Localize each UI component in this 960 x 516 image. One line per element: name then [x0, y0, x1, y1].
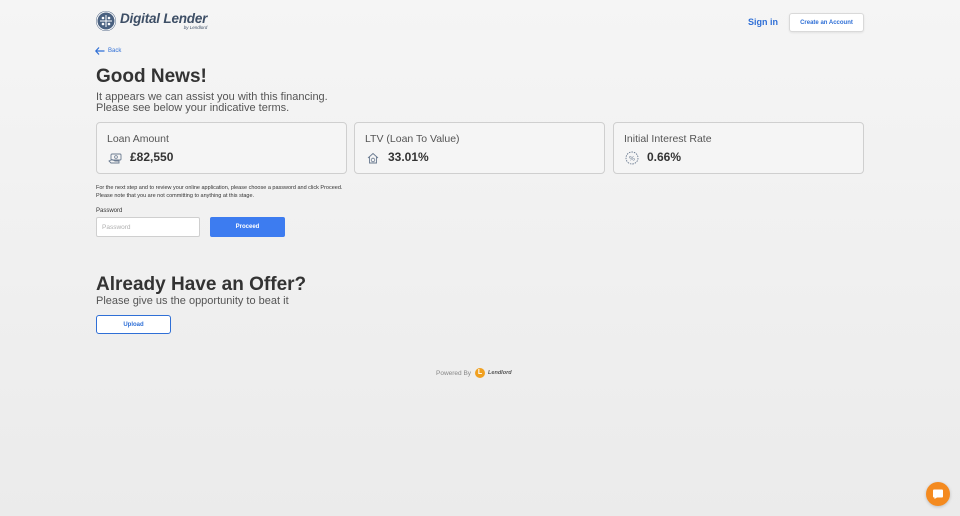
- lendlord-logo-icon: L: [475, 368, 486, 378]
- upload-button[interactable]: Upload: [96, 315, 171, 334]
- ltv-value: 33.01%: [388, 150, 429, 164]
- page-title: Good News!: [96, 66, 207, 87]
- logo-title: Digital Lender: [120, 11, 208, 26]
- offer-subtitle: Please give us the opportunity to beat i…: [96, 295, 289, 307]
- loan-amount-label: Loan Amount: [107, 133, 169, 145]
- powered-by-label: Powered By: [436, 369, 472, 377]
- house-coin-icon: [367, 152, 379, 164]
- page-subtitle: It appears we can assist you with this f…: [96, 92, 328, 114]
- password-label: Password: [96, 208, 123, 214]
- note-line-1: For the next step and to review your onl…: [96, 185, 343, 191]
- loan-amount-value: £82,550: [130, 150, 174, 164]
- loan-amount-card: Loan Amount £82,550: [96, 122, 347, 174]
- create-account-button[interactable]: Create an Account: [789, 13, 864, 32]
- powered-by: Powered By L Lendlord: [436, 368, 512, 378]
- interest-rate-value: 0.66%: [647, 150, 682, 164]
- cash-icon: [108, 153, 122, 164]
- instructions-note: For the next step and to review your onl…: [96, 184, 342, 200]
- interest-rate-card: Initial Interest Rate % 0.66%: [613, 122, 864, 174]
- note-line-2: Please note that you are not committing …: [96, 193, 255, 199]
- interest-rate-label: Initial Interest Rate: [624, 133, 712, 145]
- chat-launcher-button[interactable]: [926, 482, 950, 506]
- logo-mark-icon: [96, 11, 116, 31]
- ltv-label: LTV (Loan To Value): [365, 133, 460, 145]
- logo-subtitle: by Lendlord: [183, 24, 208, 30]
- back-link[interactable]: Back: [95, 47, 121, 55]
- powered-by-brand: Lendlord: [488, 370, 512, 376]
- chat-icon: [933, 489, 943, 499]
- ltv-card: LTV (Loan To Value) 33.01%: [354, 122, 605, 174]
- arrow-left-icon: [95, 47, 105, 55]
- sign-in-link[interactable]: Sign in: [748, 17, 778, 27]
- password-input[interactable]: [96, 217, 200, 237]
- svg-text:%: %: [629, 154, 635, 162]
- offer-title: Already Have an Offer?: [96, 274, 307, 295]
- percent-badge-icon: %: [625, 151, 639, 165]
- subtitle-line-2: Please see below your indicative terms.: [96, 102, 290, 114]
- logo[interactable]: Digital Lender by Lendlord: [96, 11, 207, 31]
- header: Digital Lender by Lendlord Sign in Creat…: [0, 0, 960, 44]
- back-label: Back: [108, 48, 122, 54]
- proceed-button[interactable]: Proceed: [210, 217, 285, 237]
